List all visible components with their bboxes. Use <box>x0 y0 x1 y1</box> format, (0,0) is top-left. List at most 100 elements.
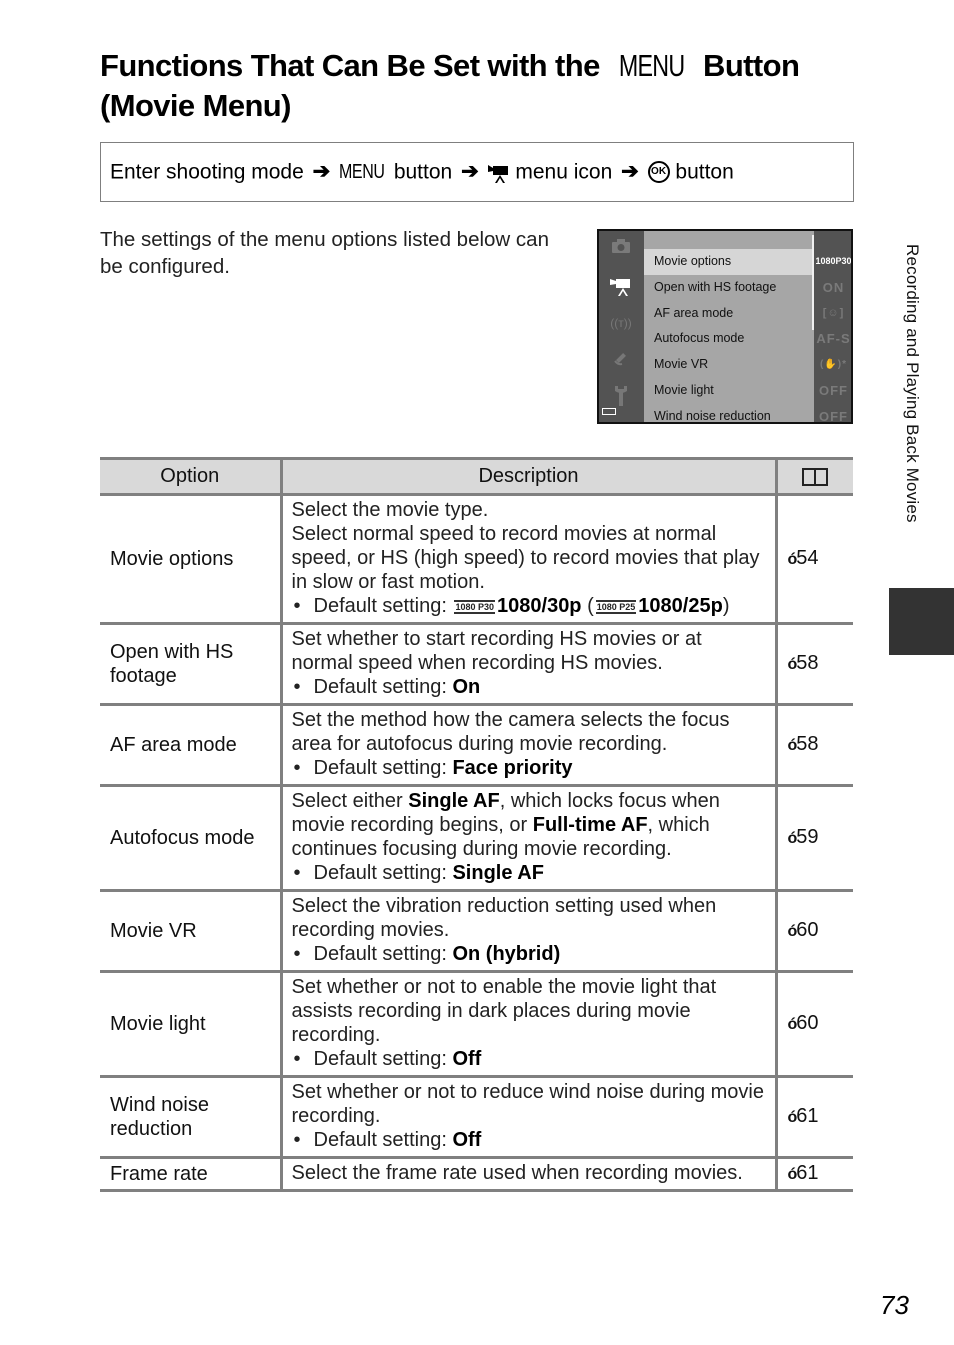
header-reference <box>774 457 853 496</box>
camera-menu-values: 1080P30 ON [☺] AF-S (✋)* OFF OFF <box>814 231 852 422</box>
ref-page: 60 <box>796 1012 819 1034</box>
camera-icon <box>609 239 633 259</box>
title-text: Functions That Can Be Set with the <box>100 48 608 83</box>
camera-menu-value: ON <box>822 279 845 295</box>
option-name: Movie VR <box>100 890 283 973</box>
default-setting: Default setting: Off <box>292 1047 767 1071</box>
default-label: Default setting: <box>313 1048 453 1070</box>
camera-menu-item[interactable]: Movie light <box>644 378 814 404</box>
page-reference[interactable]: ó 58 <box>774 623 853 706</box>
description-text: Set whether or not to enable the movie l… <box>291 976 717 1046</box>
table-row: Open with HS footage Set whether to star… <box>100 623 853 706</box>
nav-step-menu-icon: menu icon <box>515 160 613 184</box>
page-reference[interactable]: ó 60 <box>774 890 853 973</box>
camera-menu-item[interactable]: Wind noise reduction <box>644 404 814 422</box>
table-row: Movie light Set whether or not to enable… <box>100 971 853 1078</box>
movie-camera-icon <box>487 162 510 184</box>
movie-1080p30-icon: 1080 P30 <box>454 599 496 614</box>
description-text: Select the vibration reduction setting u… <box>291 895 717 941</box>
camera-menu-item[interactable]: Open with HS footage <box>644 275 814 301</box>
desc-emphasis: Full-time AF <box>532 814 648 836</box>
table-row: Movie options Select the movie type. Sel… <box>100 494 853 625</box>
reference-section-icon: ó <box>787 1166 798 1183</box>
default-setting: Default setting: Face priority <box>292 756 767 780</box>
movie-camera-icon <box>609 276 633 296</box>
default-label: Default setting: <box>313 862 453 884</box>
camera-menu-item[interactable]: Movie VR <box>644 352 814 378</box>
default-label: Default setting: <box>313 757 453 779</box>
arrow-right-icon: ➔ <box>312 160 331 184</box>
page-reference[interactable]: ó 61 <box>774 1157 853 1192</box>
default-label: Default setting: <box>313 595 453 617</box>
description-text: Set whether or not to reduce wind noise … <box>291 1081 765 1127</box>
menu-button-glyph: MENU <box>339 161 385 184</box>
title-text-2: Button <box>695 48 800 83</box>
description-text: Set whether to start recording HS movies… <box>291 628 702 674</box>
page-number: 73 <box>880 1290 909 1320</box>
default-setting: Default setting: 1080 P301080/30p (1080 … <box>292 594 767 618</box>
table-header-row: Option Description <box>100 457 853 496</box>
movie-menu-options-table: Option Description Movie options Select … <box>100 457 853 1192</box>
ref-page: 60 <box>796 919 819 941</box>
satellite-icon <box>609 349 633 369</box>
desc-part: Select either <box>291 790 409 812</box>
ref-page: 58 <box>796 652 819 674</box>
description-text: Select the movie type. <box>291 499 489 521</box>
camera-menu-sidebar: ((ᴛ)) <box>599 231 644 422</box>
camera-menu-item[interactable]: Movie options <box>644 249 814 275</box>
page-reference[interactable]: ó 60 <box>774 971 853 1078</box>
camera-menu-value: 1080P30 <box>815 256 852 266</box>
option-description: Select the movie type. Select normal spe… <box>279 494 778 625</box>
default-label: Default setting: <box>313 1129 453 1151</box>
header-option: Option <box>100 457 283 496</box>
menu-button-glyph: MENU <box>618 48 685 83</box>
option-description: Set the method how the camera selects th… <box>279 704 778 787</box>
intro-text: The settings of the menu options listed … <box>100 228 549 278</box>
option-name: AF area mode <box>100 704 283 787</box>
page-reference[interactable]: ó 58 <box>774 704 853 787</box>
page-reference[interactable]: ó 54 <box>774 494 853 625</box>
ref-page: 61 <box>796 1162 819 1184</box>
camera-menu-item[interactable]: Autofocus mode <box>644 326 814 352</box>
default-label: Default setting: <box>313 676 453 698</box>
default-label: Default setting: <box>313 943 453 965</box>
camera-screen-illustration: ((ᴛ)) Movie options Open with HS footage… <box>597 229 853 424</box>
default-value-alt: 1080/25p <box>638 595 723 617</box>
description-text: Set the method how the camera selects th… <box>291 709 730 755</box>
ok-button-icon: OK <box>647 161 670 184</box>
table-row: Wind noise reduction Set whether or not … <box>100 1076 853 1159</box>
default-setting: Default setting: On (hybrid) <box>292 942 767 966</box>
option-name: Movie options <box>100 494 283 625</box>
page-reference[interactable]: ó 61 <box>774 1076 853 1159</box>
header-description: Description <box>279 457 778 496</box>
arrow-right-icon: ➔ <box>461 160 479 184</box>
nav-step-button-final: button <box>675 160 734 184</box>
reference-section-icon: ó <box>787 656 798 673</box>
table-row: AF area mode Set the method how the came… <box>100 704 853 787</box>
default-setting: Default setting: On <box>292 675 767 699</box>
wireless-icon: ((ᴛ)) <box>610 316 632 330</box>
default-value: Single AF <box>452 862 544 884</box>
default-value: On (hybrid) <box>452 943 561 965</box>
option-name: Movie light <box>100 971 283 1078</box>
reference-section-icon: ó <box>787 737 798 754</box>
camera-menu-value: (✋)* <box>819 359 847 371</box>
reference-section-icon: ó <box>787 830 798 847</box>
page-reference[interactable]: ó 59 <box>774 785 853 892</box>
option-description: Select the frame rate used when recordin… <box>279 1157 778 1192</box>
desc-emphasis: Single AF <box>408 790 500 812</box>
default-value: Face priority <box>452 757 573 779</box>
wrench-icon <box>609 386 633 406</box>
ref-page: 59 <box>796 826 819 848</box>
option-description: Select the vibration reduction setting u… <box>279 890 778 973</box>
option-description: Select either Single AF, which locks foc… <box>279 785 778 892</box>
camera-menu-value: OFF <box>819 382 848 398</box>
battery-icon <box>602 408 616 415</box>
book-icon <box>802 467 829 486</box>
default-value: On <box>452 676 481 698</box>
reference-section-icon: ó <box>787 551 798 568</box>
reference-section-icon: ó <box>787 1016 798 1033</box>
camera-menu-item[interactable]: AF area mode <box>644 301 814 327</box>
table-row: Movie VR Select the vibration reduction … <box>100 890 853 973</box>
navigation-path-box: Enter shooting mode ➔ MENU button ➔ menu… <box>100 142 854 202</box>
